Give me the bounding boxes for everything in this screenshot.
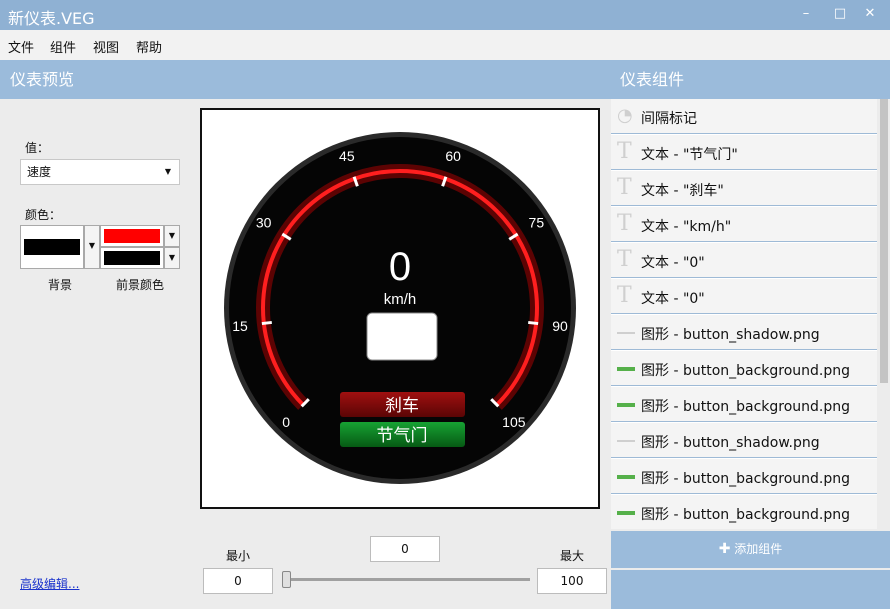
color-label: 颜色： (25, 208, 62, 222)
green-bar-icon (617, 475, 635, 479)
gauge-tick-label: 15 (232, 318, 248, 334)
component-list-item-label: 间隔标记 (641, 111, 697, 127)
throttle-label: 节气门 (377, 426, 428, 446)
green-bar-icon (617, 367, 635, 371)
plus-icon: ✚ (718, 541, 731, 557)
foreground-color-swatch-2[interactable] (100, 247, 164, 269)
foreground-color-fill (104, 229, 160, 243)
menu-help[interactable]: 帮助 (136, 37, 162, 56)
components-header: 仪表组件 (610, 60, 890, 99)
gauge-tick-label: 30 (256, 214, 272, 230)
background-color-swatch[interactable] (20, 225, 84, 269)
gauge-tick-label: 45 (339, 148, 355, 164)
component-list-item[interactable]: T 文本 - "节气门" (611, 135, 877, 170)
foreground-color-swatch[interactable] (100, 225, 164, 247)
add-component-button[interactable]: ✚ 添加组件 (611, 531, 890, 568)
component-list-item-label: 图形 - button_shadow.png (641, 327, 820, 343)
component-list: ◔ 间隔标记 T 文本 - "节气门" T 文本 - "刹车" T 文本 - "km/h" T 文… (611, 99, 877, 529)
green-bar-icon (617, 403, 635, 407)
component-list-item-label: 文本 - "刹车" (641, 183, 724, 199)
component-list-item-label: 文本 - "0" (641, 291, 705, 307)
value-slider-track[interactable] (286, 578, 530, 581)
background-label: 背景 (48, 278, 73, 292)
gauge-tick-label: 60 (445, 148, 461, 164)
component-list-item[interactable]: T 文本 - "km/h" (611, 207, 877, 242)
component-list-item[interactable]: 图形 - button_background.png (611, 495, 877, 529)
gauge-tick-label: 105 (502, 414, 526, 430)
green-bar-icon (617, 511, 635, 515)
value-select[interactable]: 速度 ▼ (20, 159, 180, 185)
window-title: 新仪表.VEG (8, 9, 95, 28)
component-list-item-label: 图形 - button_background.png (641, 363, 851, 379)
component-list-scroll-thumb[interactable] (880, 99, 888, 383)
component-list-item[interactable]: 图形 - button_shadow.png (611, 315, 877, 350)
chevron-down-icon: ▼ (164, 167, 171, 176)
component-list-item[interactable]: T 文本 - "刹车" (611, 171, 877, 206)
menu-component[interactable]: 组件 (50, 37, 76, 56)
text-icon: T (617, 139, 632, 164)
foreground-label: 前景颜色 (116, 278, 165, 292)
value-label: 值： (25, 141, 50, 155)
component-list-item[interactable]: 图形 - button_shadow.png (611, 423, 877, 458)
arc-ticks-icon: ◔ (617, 105, 633, 126)
gauge-unit: km/h (384, 291, 417, 308)
title-bar: 新仪表.VEG – □ ✕ (0, 0, 890, 30)
foreground-color-dropdown[interactable]: ▼ (164, 225, 180, 247)
current-value-field[interactable]: 0 (370, 536, 440, 562)
minimize-icon[interactable]: – (798, 6, 814, 22)
shadow-line-icon (617, 440, 635, 442)
menu-bar: 文件 组件 视图 帮助 (0, 30, 890, 60)
component-list-item[interactable]: T 文本 - "0" (611, 243, 877, 278)
max-value-field[interactable]: 100 (537, 568, 607, 594)
gauge-display-box (366, 312, 438, 361)
component-list-item-label: 图形 - button_background.png (641, 399, 851, 415)
shadow-line-icon (617, 332, 635, 334)
advanced-edit-link[interactable]: 高级编辑... (20, 575, 79, 592)
component-list-item[interactable]: ◔ 间隔标记 (611, 99, 877, 134)
component-list-item-label: 文本 - "节气门" (641, 147, 738, 163)
bottom-action-bar (611, 570, 890, 609)
value-slider-thumb[interactable] (282, 571, 291, 588)
gauge-tick-label: 90 (552, 318, 568, 334)
text-icon: T (617, 283, 632, 308)
gauge-tick-mark (528, 320, 539, 326)
max-label: 最大 (560, 549, 585, 563)
foreground-color-fill-2 (104, 251, 160, 265)
component-list-item[interactable]: 图形 - button_background.png (611, 351, 877, 386)
close-icon[interactable]: ✕ (862, 6, 878, 22)
component-list-item[interactable]: T 文本 - "0" (611, 279, 877, 314)
component-list-item-label: 图形 - button_background.png (641, 507, 851, 523)
component-list-item-label: 文本 - "km/h" (641, 219, 732, 235)
min-value-field[interactable]: 0 (203, 568, 273, 594)
component-list-item-label: 图形 - button_background.png (641, 471, 851, 487)
menu-view[interactable]: 视图 (93, 37, 119, 56)
gauge-value: 0 (389, 245, 411, 289)
add-component-label: 添加组件 (734, 542, 783, 556)
background-color-dropdown[interactable]: ▼ (84, 225, 100, 269)
preview-header: 仪表预览 (0, 60, 610, 99)
gauge-tick-label: 0 (282, 414, 290, 430)
text-icon: T (617, 247, 632, 272)
text-icon: T (617, 175, 632, 200)
maximize-icon[interactable]: □ (832, 6, 848, 22)
component-list-item-label: 文本 - "0" (641, 255, 705, 271)
foreground-color-dropdown-2[interactable]: ▼ (164, 247, 180, 269)
gauge-svg: 0 15 30 45 60 75 90 105 0 km/h 刹车 节气门 (224, 132, 576, 484)
component-list-item-label: 图形 - button_shadow.png (641, 435, 820, 451)
value-select-text: 速度 (27, 165, 52, 179)
component-list-item[interactable]: 图形 - button_background.png (611, 459, 877, 494)
min-label: 最小 (226, 549, 251, 563)
text-icon: T (617, 211, 632, 236)
component-list-item[interactable]: 图形 - button_background.png (611, 387, 877, 422)
menu-file[interactable]: 文件 (8, 37, 34, 56)
gauge-preview: 0 15 30 45 60 75 90 105 0 km/h 刹车 节气门 (200, 108, 600, 509)
gauge-tick-label: 75 (529, 214, 545, 230)
brake-label: 刹车 (385, 396, 419, 416)
gauge-tick-mark (261, 320, 272, 326)
background-color-fill (24, 239, 80, 255)
